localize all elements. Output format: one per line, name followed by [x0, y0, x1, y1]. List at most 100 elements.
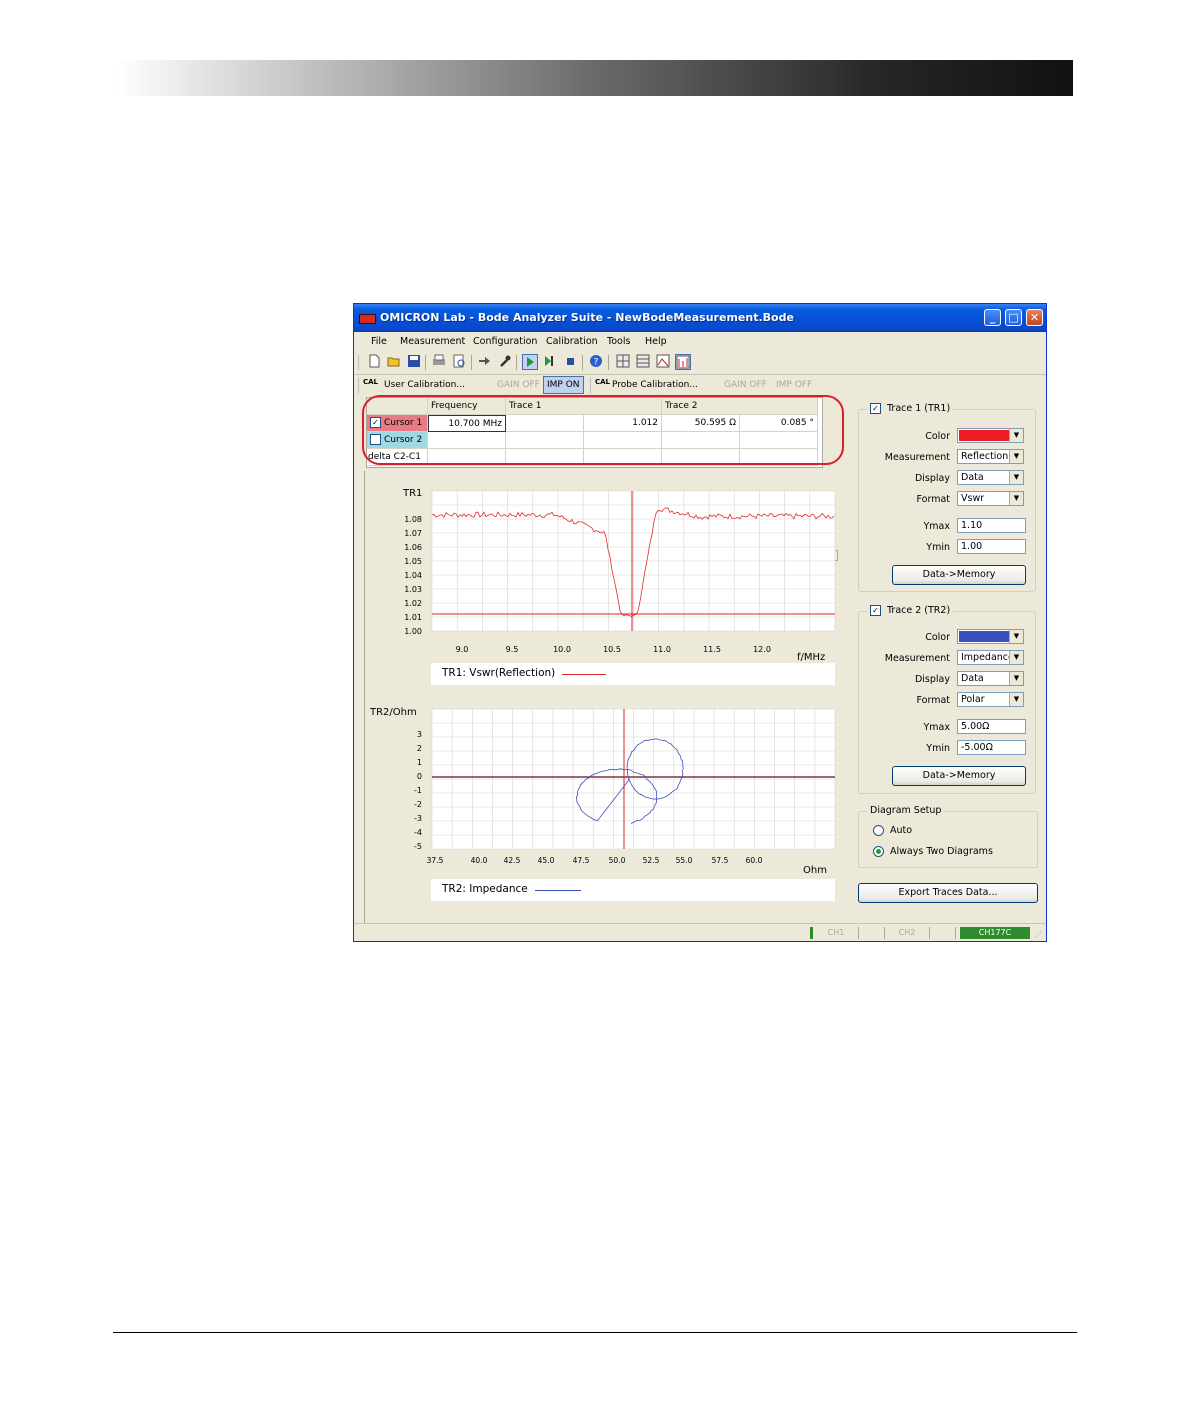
- cursor1-frequency[interactable]: 10.700 MHz: [428, 415, 506, 432]
- tr1-y-tick: 1.04: [404, 571, 422, 580]
- tr2-x-tick: 42.5: [504, 856, 521, 865]
- trace2-display-select[interactable]: Data ▼: [957, 671, 1024, 686]
- stop-button[interactable]: [562, 354, 578, 370]
- tr1-legend: TR1: Vswr(Reflection): [431, 663, 835, 685]
- tr2-x-tick: 57.5: [712, 856, 729, 865]
- resize-grip-icon[interactable]: ⋰: [1034, 930, 1042, 939]
- always-two-radio-label: Always Two Diagrams: [890, 846, 993, 857]
- probe-gain-off-button[interactable]: GAIN OFF: [724, 377, 767, 393]
- trace2-group: ✓ Trace 2 (TR2) Color ▼ Measurement Imped…: [858, 605, 1036, 794]
- trace2-measurement-select[interactable]: Impedance ▼: [957, 650, 1024, 665]
- cursor1-label: Cursor 1: [384, 418, 423, 428]
- tr2-grid: [431, 708, 836, 850]
- trace1-color-select[interactable]: ▼: [957, 428, 1024, 443]
- trace2-checkbox[interactable]: ✓: [870, 605, 881, 616]
- user-imp-on-button[interactable]: IMP ON: [543, 376, 584, 394]
- trace2-title: Trace 2 (TR2): [887, 605, 951, 616]
- cursor2-checkbox[interactable]: [370, 434, 381, 445]
- tr2-y-tick: -1: [414, 786, 422, 795]
- chart-icon[interactable]: [655, 354, 671, 370]
- print-preview-icon[interactable]: [451, 354, 467, 370]
- chevron-down-icon: ▼: [1009, 492, 1023, 505]
- status-spacer-1: [859, 927, 885, 939]
- menu-configuration[interactable]: Configuration: [473, 336, 537, 347]
- tr2-x-ticks: 37.5 40.0 42.5 45.0 47.5 50.0 52.5 55.0 …: [427, 856, 763, 865]
- trace2-data-memory-button[interactable]: Data->Memory: [892, 766, 1026, 786]
- auto-radio-button[interactable]: [873, 825, 884, 836]
- tr1-x-tick: 9.0: [456, 645, 469, 654]
- cursor1-trace1-a: [506, 415, 584, 432]
- status-ch1: CH1: [814, 927, 859, 939]
- trace2-measurement-label: Measurement: [884, 653, 950, 664]
- trace2-display-value: Data: [961, 673, 984, 684]
- tr2-y-tick: -3: [414, 814, 422, 823]
- trace1-group-title[interactable]: ✓ Trace 1 (TR1): [867, 403, 954, 414]
- cursor1-checkbox[interactable]: ✓: [370, 417, 381, 428]
- tr1-y-tick: 1.03: [404, 585, 422, 594]
- open-icon[interactable]: [386, 354, 402, 370]
- tr2-x-tick: 50.0: [609, 856, 626, 865]
- tile-icon-1[interactable]: [615, 354, 631, 370]
- trace2-measurement-value: Impedance: [961, 652, 1014, 663]
- menu-file[interactable]: File: [371, 336, 387, 347]
- trace1-format-select[interactable]: Vswr ▼: [957, 491, 1024, 506]
- always-two-radio-button[interactable]: [873, 846, 884, 857]
- trace1-display-select[interactable]: Data ▼: [957, 470, 1024, 485]
- export-traces-button[interactable]: Export Traces Data...: [858, 883, 1038, 903]
- cursor2-label: Cursor 2: [384, 435, 423, 445]
- trace2-ymax-input[interactable]: 5.00Ω: [957, 719, 1026, 734]
- auto-radio[interactable]: Auto: [873, 825, 912, 836]
- user-gain-off-button[interactable]: GAIN OFF: [497, 377, 540, 393]
- trace1-data-memory-button[interactable]: Data->Memory: [892, 565, 1026, 585]
- wrench-icon[interactable]: [497, 354, 513, 370]
- new-icon[interactable]: [366, 354, 382, 370]
- trace2-format-select[interactable]: Polar ▼: [957, 692, 1024, 707]
- svg-text:?: ?: [594, 358, 599, 368]
- trace2-group-title[interactable]: ✓ Trace 2 (TR2): [867, 605, 954, 616]
- calibration-icon: CAL: [363, 378, 379, 386]
- trace1-column-header: Trace 1: [506, 398, 662, 415]
- tr1-y-tick: 1.07: [404, 529, 422, 538]
- frequency-sweep-icon[interactable]: [675, 354, 691, 370]
- connect-icon[interactable]: [477, 354, 493, 370]
- maximize-button[interactable]: □: [1005, 309, 1022, 326]
- trace1-ymin-input[interactable]: 1.00: [957, 539, 1026, 554]
- menu-measurement[interactable]: Measurement: [400, 336, 465, 347]
- always-two-diagrams-radio[interactable]: Always Two Diagrams: [873, 846, 993, 857]
- trace2-ymax-label: Ymax: [923, 722, 950, 733]
- tr1-x-tick: 11.5: [703, 645, 721, 654]
- trace2-color-select[interactable]: ▼: [957, 629, 1024, 644]
- continuous-sweep-button[interactable]: [522, 354, 538, 370]
- chevron-down-icon: ▼: [1009, 630, 1023, 643]
- trace2-format-value: Polar: [961, 694, 985, 705]
- close-button[interactable]: ✕: [1026, 309, 1043, 326]
- trace2-ymin-input[interactable]: -5.00Ω: [957, 740, 1026, 755]
- save-icon[interactable]: [406, 354, 422, 370]
- status-indicator: [810, 927, 813, 939]
- trace2-color-swatch: [959, 631, 1010, 642]
- print-icon[interactable]: [431, 354, 447, 370]
- user-calibration-button[interactable]: User Calibration...: [384, 377, 465, 393]
- tr2-y-tick: -2: [414, 800, 422, 809]
- menu-help[interactable]: Help: [645, 336, 667, 347]
- trace1-ymax-input[interactable]: 1.10: [957, 518, 1026, 533]
- delta-row-label: delta C2-C1: [367, 449, 428, 466]
- minimize-button[interactable]: _: [984, 309, 1001, 326]
- tr1-y-axis-label: TR1: [402, 488, 422, 499]
- probe-calibration-button[interactable]: Probe Calibration...: [612, 377, 698, 393]
- tr1-legend-swatch: [562, 674, 606, 675]
- tr1-y-ticks: 1.08 1.07 1.06 1.05 1.04 1.03 1.02 1.01 …: [404, 515, 422, 636]
- trace1-checkbox[interactable]: ✓: [870, 403, 881, 414]
- status-device: CH177C: [960, 927, 1030, 939]
- tile-icon-2[interactable]: [635, 354, 651, 370]
- cursor1-row-header[interactable]: ✓ Cursor 1: [367, 415, 428, 432]
- probe-imp-off-button[interactable]: IMP OFF: [776, 377, 812, 393]
- trace1-measurement-select[interactable]: Reflection ▼: [957, 449, 1024, 464]
- menu-calibration[interactable]: Calibration: [546, 336, 598, 347]
- help-icon[interactable]: ?: [588, 354, 604, 370]
- chevron-down-icon: ▼: [1009, 450, 1023, 463]
- cursor2-row-header[interactable]: Cursor 2: [367, 432, 428, 449]
- single-sweep-button[interactable]: [542, 354, 558, 370]
- diagram-setup-group: Diagram Setup Auto Always Two Diagrams: [858, 805, 1038, 868]
- menu-tools[interactable]: Tools: [607, 336, 630, 347]
